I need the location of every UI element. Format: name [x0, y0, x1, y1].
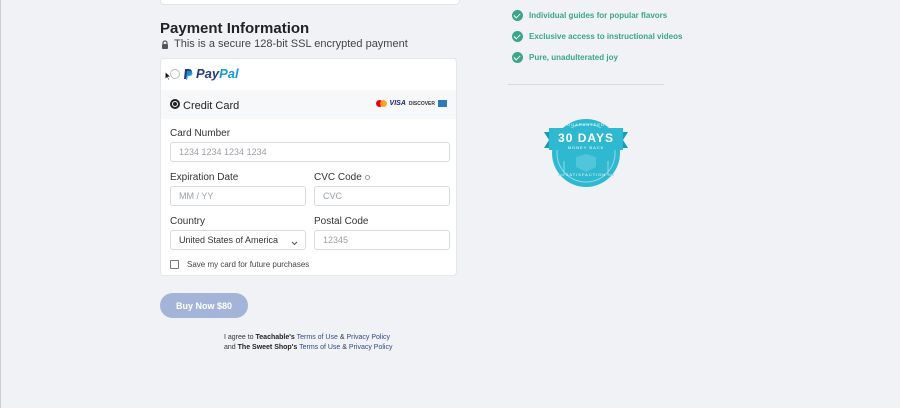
lock-icon [161, 40, 169, 49]
paypal-text-pay: Pay [196, 66, 220, 81]
feature-list: Individual guides for popular flavors Ex… [512, 9, 683, 73]
mouse-cursor-icon [165, 71, 172, 81]
paypal-text-pal: Pal [219, 66, 239, 81]
window-edge [0, 0, 1, 408]
card-number-input[interactable] [170, 142, 450, 162]
terms-of-use-link[interactable]: Terms of Use [297, 334, 338, 341]
postal-code-label: Postal Code [314, 216, 369, 227]
secure-text: This is a secure 128-bit SSL encrypted p… [174, 38, 408, 50]
discover-icon: DISCOVER [408, 100, 435, 107]
credit-card-option[interactable]: Credit Card VISA DISCOVER [161, 90, 456, 119]
amex-icon [438, 100, 447, 107]
legal-line-2: and The Sweet Shop's Terms of Use & Priv… [224, 343, 392, 353]
chevron-down-icon [291, 235, 298, 253]
feature-text: Pure, unadulterated joy [529, 52, 618, 62]
feature-item: Pure, unadulterated joy [512, 51, 682, 63]
badge-days: 30 DAYS [558, 131, 614, 145]
school-terms-of-use-link[interactable]: Terms of Use [299, 344, 340, 351]
credit-card-label: Credit Card [183, 100, 240, 112]
cvc-label: CVC Code [314, 172, 362, 183]
badge-guaranteed: GUARANTEED [567, 122, 605, 127]
check-circle-icon [512, 9, 523, 21]
feature-text: Individual guides for popular flavors [529, 10, 668, 20]
info-icon[interactable] [364, 174, 370, 180]
payment-method-card: PayPal Credit Card VISA DISCOVER Card Nu… [160, 58, 457, 276]
money-back-guarantee-badge: GUARANTEED 30 DAYS MONEY BACK SATISFACTI… [542, 117, 630, 189]
page-title: Payment Information [160, 20, 310, 37]
visa-icon: VISA [389, 100, 406, 107]
buy-now-button[interactable]: Buy Now $80 [160, 293, 248, 318]
save-card-checkbox[interactable] [170, 260, 179, 269]
legal-prefix-2: and [224, 344, 236, 351]
mastercard-icon [375, 100, 387, 107]
cvc-label-wrap: CVC Code [314, 172, 370, 183]
legal-brand-2: The Sweet Shop's [237, 344, 298, 351]
sidebar-divider [508, 84, 664, 85]
secure-notice: This is a secure 128-bit SSL encrypted p… [161, 38, 408, 50]
country-select[interactable]: United States of America [170, 230, 306, 250]
paypal-logo: PayPal [183, 66, 239, 81]
legal-text: I agree to Teachable's Terms of Use & Pr… [224, 333, 392, 353]
school-privacy-policy-link[interactable]: Privacy Policy [349, 344, 393, 351]
legal-prefix-1: I agree to [224, 334, 254, 341]
paypal-option[interactable]: PayPal [161, 59, 456, 91]
order-summary-card-edge [160, 0, 460, 5]
card-brands: VISA DISCOVER [375, 100, 447, 107]
badge-satisfaction: SATISFACTION [565, 172, 607, 177]
credit-card-radio[interactable] [170, 99, 180, 109]
legal-line-1: I agree to Teachable's Terms of Use & Pr… [224, 333, 392, 343]
country-value: United States of America [179, 235, 279, 245]
badge-seal-icon [544, 119, 628, 187]
legal-amp-2: & [342, 344, 347, 351]
country-label: Country [170, 216, 206, 227]
legal-amp-1: & [339, 334, 345, 341]
feature-item: Individual guides for popular flavors [512, 9, 682, 21]
legal-brand-1: Teachable's [255, 334, 295, 341]
card-number-label: Card Number [170, 128, 231, 139]
check-circle-icon [512, 30, 523, 42]
cvc-input[interactable] [314, 186, 450, 206]
postal-code-input[interactable] [314, 230, 450, 250]
paypal-p-icon [184, 68, 193, 80]
privacy-policy-link[interactable]: Privacy Policy [346, 334, 390, 341]
badge-money-back: MONEY BACK [567, 145, 605, 150]
save-card-label: Save my card for future purchases [187, 260, 310, 269]
feature-item: Exclusive access to instructional videos [512, 30, 683, 42]
check-circle-icon [512, 51, 523, 63]
expiration-date-label: Expiration Date [170, 172, 239, 183]
feature-text: Exclusive access to instructional videos [529, 31, 683, 41]
expiration-date-input[interactable] [170, 186, 306, 206]
